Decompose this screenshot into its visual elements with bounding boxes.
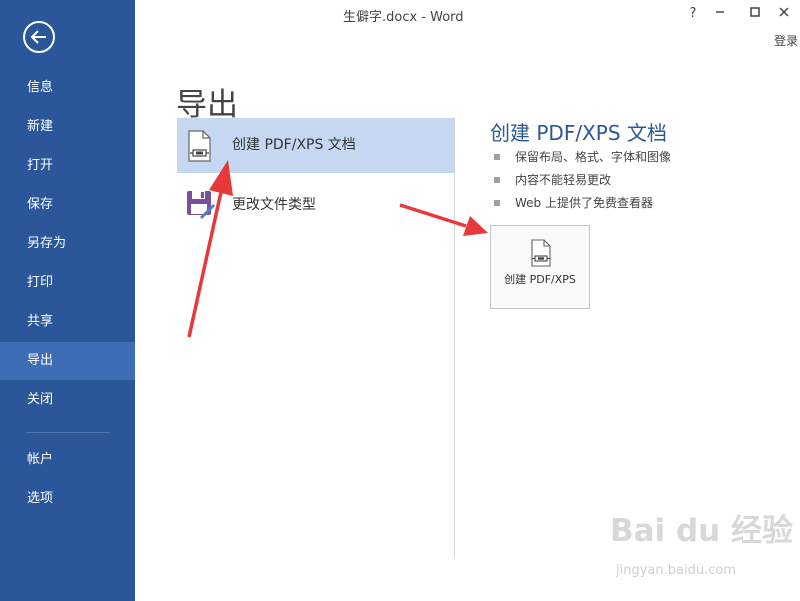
nav-new[interactable]: 新建 (0, 108, 135, 146)
backstage-sidebar: 信息 新建 打开 保存 另存为 打印 共享 导出 关闭 帐户 选项 (0, 0, 135, 601)
nav-divider (27, 432, 109, 433)
pdf-document-icon (530, 239, 552, 271)
nav-save[interactable]: 保存 (0, 186, 135, 224)
bullet-icon (494, 154, 500, 160)
option-label: 更改文件类型 (232, 197, 316, 213)
create-pdf-xps-button[interactable]: 创建 PDF/XPS (490, 225, 590, 309)
vertical-divider (454, 118, 455, 558)
create-pdf-xps-label: 创建 PDF/XPS (504, 273, 576, 286)
list-item: 内容不能轻易更改 (494, 169, 671, 192)
close-window-button[interactable] (773, 3, 795, 25)
watermark-brand: Bai du 经验 (610, 513, 794, 549)
nav-close[interactable]: 关闭 (0, 381, 135, 419)
list-item: 保留布局、格式、字体和图像 (494, 146, 671, 169)
change-file-type-icon (186, 190, 216, 224)
option-create-pdf-xps[interactable]: 创建 PDF/XPS 文档 (177, 118, 454, 173)
close-icon (779, 7, 789, 17)
option-change-file-type[interactable]: 更改文件类型 (177, 178, 454, 233)
feature-list: 保留布局、格式、字体和图像 内容不能轻易更改 Web 上提供了免费查看器 (494, 146, 671, 215)
list-item: Web 上提供了免费查看器 (494, 192, 671, 215)
bullet-icon (494, 177, 500, 183)
nav-options[interactable]: 选项 (0, 480, 135, 518)
window-title: 生僻字.docx - Word (343, 10, 464, 25)
arrow-left-icon (30, 30, 46, 44)
nav-info[interactable]: 信息 (0, 69, 135, 107)
nav-export[interactable]: 导出 (0, 342, 135, 380)
nav-share[interactable]: 共享 (0, 303, 135, 341)
login-link[interactable]: 登录 (774, 32, 798, 49)
bullet-icon (494, 200, 500, 206)
nav-account[interactable]: 帐户 (0, 441, 135, 479)
minimize-icon (716, 11, 724, 13)
help-button[interactable]: ? (682, 3, 704, 25)
back-button[interactable] (23, 21, 55, 53)
nav-save-as[interactable]: 另存为 (0, 225, 135, 263)
pdf-document-icon (186, 130, 212, 166)
minimize-button[interactable] (709, 3, 731, 25)
watermark-url: jingyan.baidu.com (616, 563, 736, 578)
title-bar: 生僻字.docx - Word ? (135, 0, 800, 30)
option-label: 创建 PDF/XPS 文档 (232, 137, 356, 153)
maximize-button[interactable] (744, 3, 766, 25)
panel-title: 创建 PDF/XPS 文档 (490, 121, 667, 145)
nav-open[interactable]: 打开 (0, 147, 135, 185)
nav-print[interactable]: 打印 (0, 264, 135, 302)
maximize-icon (750, 7, 760, 17)
